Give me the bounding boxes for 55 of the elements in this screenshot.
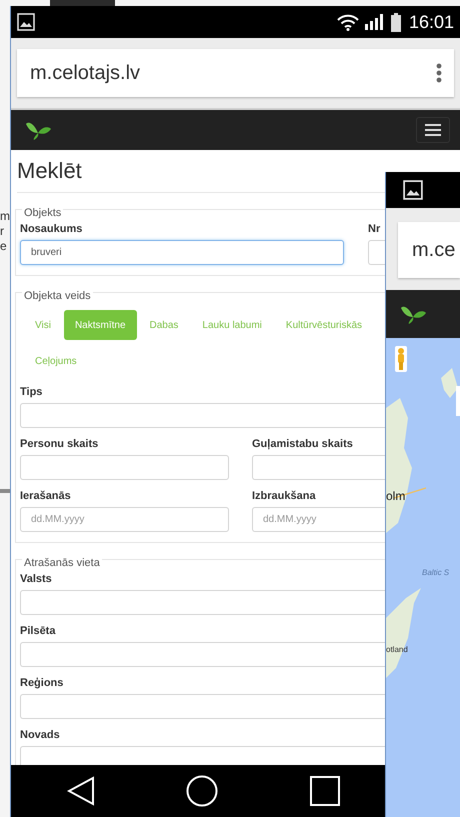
- map-label: olm: [386, 490, 406, 502]
- category-tab[interactable]: Ceļojums: [24, 346, 88, 376]
- input-field[interactable]: [20, 642, 386, 667]
- input-field[interactable]: [20, 455, 229, 480]
- wifi-icon: [336, 14, 359, 30]
- field-label: Nr: [368, 223, 382, 236]
- field-label: Valsts: [20, 573, 53, 586]
- category-tab[interactable]: Dabas: [138, 310, 190, 340]
- input-field[interactable]: [20, 590, 386, 615]
- map-label: Baltic S: [422, 569, 450, 577]
- category-tab[interactable]: Lauku labumi: [191, 310, 273, 340]
- input-field[interactable]: [20, 403, 386, 428]
- url-text: m.celotajs.lv: [30, 62, 140, 84]
- home-icon[interactable]: [186, 775, 218, 807]
- window-edge: [50, 0, 115, 6]
- map-label: otland: [386, 646, 408, 654]
- menu-button[interactable]: [416, 117, 450, 143]
- signal-icon: [364, 14, 385, 30]
- image-icon: [403, 180, 423, 200]
- image-icon: [17, 13, 35, 31]
- field-label: Novads: [20, 729, 61, 742]
- category-tab[interactable]: Kultūrvēsturiskās: [274, 310, 374, 340]
- background-text: e: [0, 240, 8, 253]
- background-text: r: [0, 225, 5, 238]
- field-label: Tips: [20, 386, 44, 399]
- url-text: m.ce: [412, 238, 456, 262]
- field-label: Izbraukšana: [252, 490, 317, 503]
- background-text: m: [0, 210, 10, 223]
- address-bar[interactable]: m.celotajs.lv: [17, 49, 454, 97]
- map-view[interactable]: olm Baltic S otland: [386, 338, 460, 817]
- input-field[interactable]: bruveri: [20, 240, 344, 265]
- field-label: Reģions: [20, 677, 64, 690]
- input-field[interactable]: [20, 694, 386, 719]
- input-field[interactable]: [368, 240, 386, 265]
- field-label: Personu skaits: [20, 438, 100, 451]
- clock-time: 16:01: [408, 12, 454, 32]
- more-menu-icon[interactable]: [436, 63, 442, 83]
- address-bar[interactable]: m.ce: [398, 222, 460, 278]
- field-label: Pilsēta: [20, 625, 56, 638]
- menu-icon: [425, 124, 441, 136]
- back-icon[interactable]: [66, 776, 95, 806]
- input-field[interactable]: [252, 455, 386, 480]
- input-field[interactable]: dd.MM.yyyy: [20, 507, 229, 532]
- input-field[interactable]: [20, 746, 386, 765]
- section-legend: Objekta veids: [22, 290, 93, 303]
- pegman-icon[interactable]: [395, 346, 407, 372]
- category-tab[interactable]: Visi: [24, 310, 62, 340]
- field-label: Ierašanās: [20, 490, 72, 503]
- recent-apps-icon[interactable]: [310, 776, 340, 806]
- field-label: Guļamistabu skaits: [252, 438, 354, 451]
- input-field[interactable]: dd.MM.yyyy: [252, 507, 386, 532]
- section-legend: Objekts: [22, 207, 64, 220]
- field-label: Nosaukums: [20, 223, 84, 236]
- battery-icon: [390, 12, 401, 32]
- category-tab[interactable]: Naktsmītne: [64, 310, 137, 340]
